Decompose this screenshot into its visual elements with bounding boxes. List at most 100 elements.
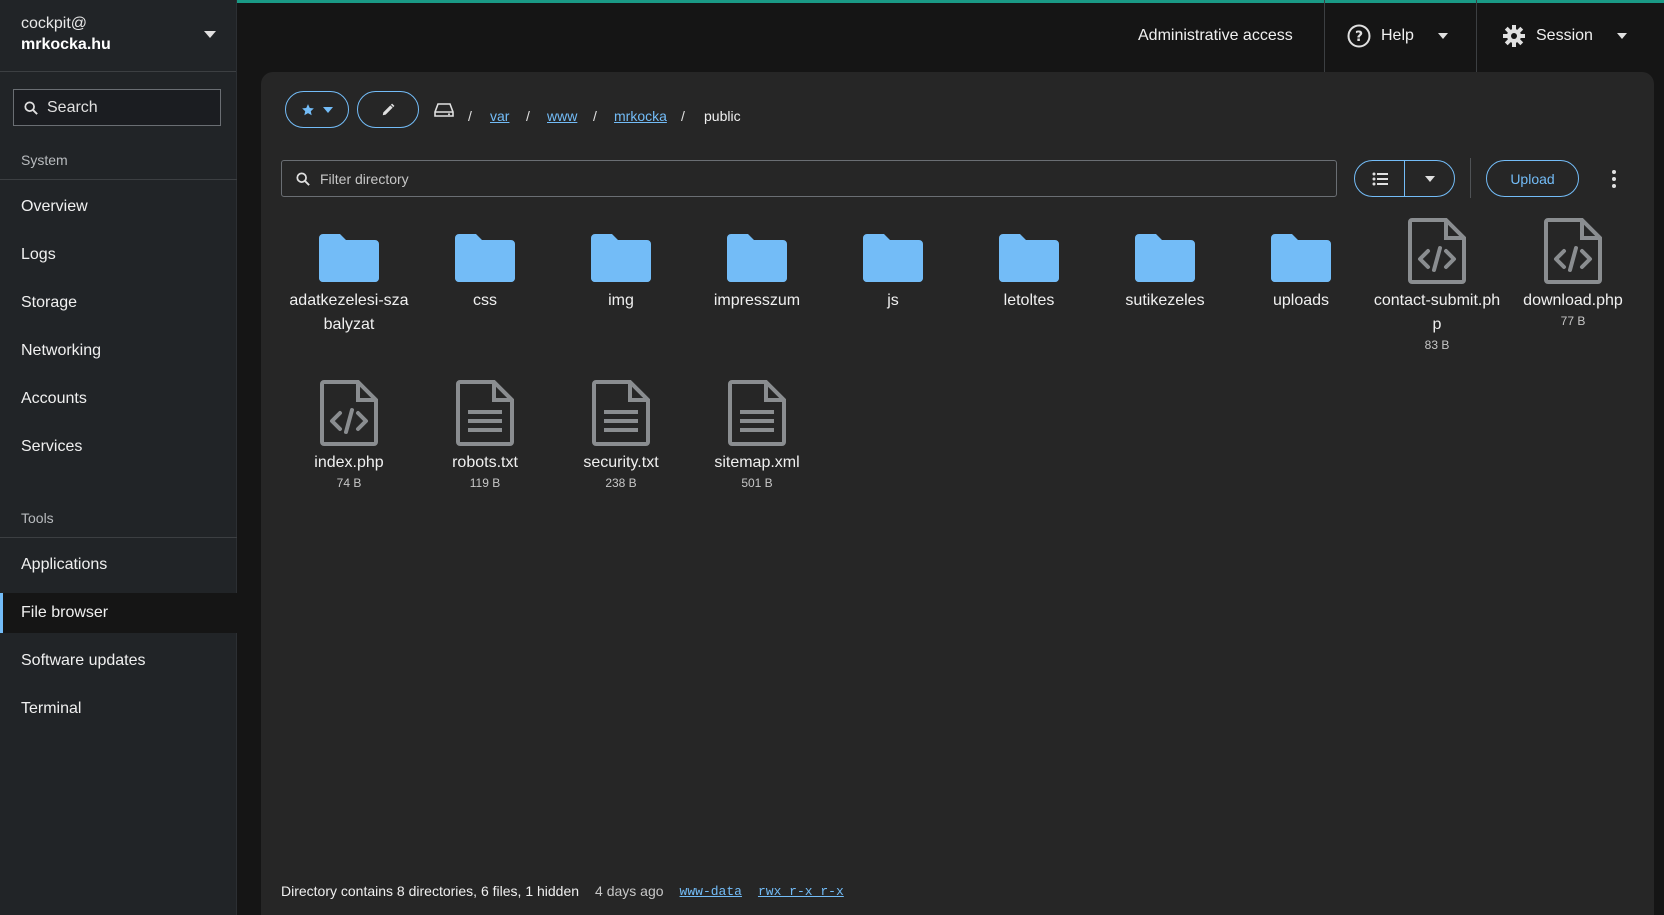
folder-icon [417, 212, 553, 284]
host-switcher[interactable]: cockpit@ mrkocka.hu [0, 0, 236, 72]
drive-icon[interactable] [434, 102, 454, 118]
kebab-menu-icon[interactable] [1604, 168, 1624, 190]
sidebar-item-label: Networking [21, 342, 102, 359]
section-title-system: System [21, 152, 68, 168]
folder-item[interactable]: img [553, 212, 689, 313]
sidebar-item-accounts[interactable]: Accounts [0, 379, 237, 419]
sidebar-item-software-updates[interactable]: Software updates [0, 641, 237, 681]
item-name: impresszum [713, 292, 801, 309]
item-name: img [608, 292, 634, 309]
sidebar-search[interactable]: Search [13, 89, 221, 126]
breadcrumb-mrkocka[interactable]: mrkocka [614, 108, 667, 124]
code-file-icon [1505, 212, 1641, 284]
text-file-icon [553, 374, 689, 446]
gear-icon [1503, 25, 1525, 47]
folder-item[interactable]: js [825, 212, 961, 313]
file-item[interactable]: contact-submit.php 83 B [1369, 212, 1505, 353]
host-name: mrkocka.hu [21, 36, 111, 53]
folder-item[interactable]: impresszum [689, 212, 825, 313]
breadcrumb-separator: / [593, 108, 597, 124]
file-item[interactable]: sitemap.xml 501 B [689, 374, 825, 491]
filter-directory-field[interactable] [281, 160, 1337, 197]
code-file-icon [1369, 212, 1505, 284]
sidebar-item-label: Accounts [21, 390, 87, 407]
folder-item[interactable]: sutikezeles [1097, 212, 1233, 313]
divider [1470, 158, 1471, 198]
help-menu-button[interactable]: ? Help [1347, 0, 1448, 72]
folder-item[interactable]: adatkezelesi-szabalyzat [281, 212, 417, 337]
edit-path-button[interactable] [357, 91, 419, 128]
list-view-button[interactable] [1355, 161, 1404, 196]
topbar [237, 0, 1664, 72]
sidebar-item-label: Terminal [21, 700, 82, 717]
chevron-down-icon [1616, 33, 1627, 39]
chevron-down-icon [1437, 33, 1448, 39]
administrative-access-button[interactable]: Administrative access [1138, 0, 1293, 72]
chevron-down-icon [1424, 175, 1435, 182]
sidebar-item-overview[interactable]: Overview [0, 187, 237, 227]
favorites-button[interactable] [285, 91, 349, 128]
breadcrumb-separator: / [468, 108, 472, 124]
file-item[interactable]: download.php 77 B [1505, 212, 1641, 329]
session-label: Session [1536, 27, 1593, 44]
sidebar-item-label: Software updates [21, 652, 146, 669]
upload-button[interactable]: Upload [1486, 160, 1579, 197]
item-size: 83 B [1424, 338, 1450, 352]
file-item[interactable]: security.txt 238 B [553, 374, 689, 491]
search-icon [296, 171, 310, 186]
item-name: uploads [1272, 292, 1330, 309]
folder-icon [825, 212, 961, 284]
svg-text:?: ? [1355, 29, 1363, 45]
text-file-icon [417, 374, 553, 446]
star-icon [302, 103, 314, 115]
status-bar: Directory contains 8 directories, 6 file… [281, 883, 844, 899]
item-name: sitemap.xml [714, 454, 800, 471]
sidebar-item-networking[interactable]: Networking [0, 331, 237, 371]
divider [1476, 0, 1477, 72]
breadcrumb-separator: / [681, 108, 685, 124]
loading-bar [237, 0, 1664, 3]
sidebar-item-file-browser[interactable]: File browser [0, 593, 237, 633]
breadcrumb-www[interactable]: www [547, 108, 577, 124]
permissions-link[interactable]: rwx r-x r-x [758, 884, 844, 899]
owner-link[interactable]: www-data [680, 884, 742, 899]
item-name: index.php [314, 454, 384, 471]
folder-item[interactable]: css [417, 212, 553, 313]
item-name: css [473, 292, 497, 309]
sidebar-item-terminal[interactable]: Terminal [0, 689, 237, 729]
folder-icon [1097, 212, 1233, 284]
item-size: 74 B [336, 476, 362, 490]
folder-item[interactable]: uploads [1233, 212, 1369, 313]
divider [0, 537, 237, 538]
sidebar-item-storage[interactable]: Storage [0, 283, 237, 323]
code-file-icon [281, 374, 417, 446]
breadcrumb-var[interactable]: var [490, 108, 509, 124]
help-icon: ? [1347, 24, 1371, 48]
folder-icon [553, 212, 689, 284]
section-title-tools: Tools [21, 510, 54, 526]
breadcrumb-separator: / [526, 108, 530, 124]
search-icon [24, 100, 38, 115]
folder-item[interactable]: letoltes [961, 212, 1097, 313]
chevron-down-icon [323, 106, 333, 113]
sidebar-item-logs[interactable]: Logs [0, 235, 237, 275]
chevron-down-icon [204, 31, 216, 38]
file-item[interactable]: robots.txt 119 B [417, 374, 553, 491]
item-name: security.txt [583, 454, 659, 471]
sidebar-item-applications[interactable]: Applications [0, 545, 237, 585]
item-name: sutikezeles [1125, 292, 1205, 309]
sidebar-item-label: Overview [21, 198, 88, 215]
view-options-dropdown[interactable] [1404, 161, 1454, 196]
directory-summary: Directory contains 8 directories, 6 file… [281, 883, 580, 899]
file-browser-card: / var / www / mrkocka / public Upload ad… [261, 72, 1654, 915]
breadcrumb-current: public [704, 108, 741, 124]
sidebar-item-services[interactable]: Services [0, 427, 237, 467]
file-item[interactable]: index.php 74 B [281, 374, 417, 491]
folder-icon [689, 212, 825, 284]
sidebar-item-label: File browser [21, 604, 109, 621]
item-name: download.php [1523, 292, 1623, 309]
folder-icon [961, 212, 1097, 284]
item-name: contact-submit.php [1373, 292, 1501, 333]
session-menu-button[interactable]: Session [1502, 0, 1627, 72]
filter-directory-input[interactable] [320, 170, 1220, 187]
